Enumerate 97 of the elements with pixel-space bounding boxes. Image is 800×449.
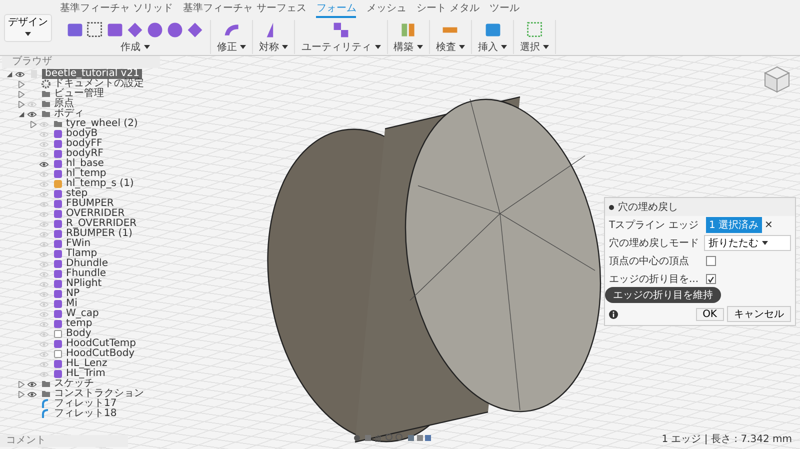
group-menu[interactable]: ユーティリティ <box>301 40 381 54</box>
eye-icon[interactable] <box>15 70 25 78</box>
tree-item[interactable]: FBUMPER <box>2 199 160 209</box>
tree-item[interactable]: HoodCutTemp <box>2 339 160 349</box>
component-icon <box>53 179 63 189</box>
eye-icon[interactable] <box>27 110 37 118</box>
browser-title: ブラウザ <box>12 56 52 67</box>
tree-item[interactable]: HL_Trim <box>2 369 160 379</box>
selection-icon[interactable] <box>526 21 544 39</box>
tree-item[interactable]: bodyRF <box>2 149 160 159</box>
group-menu[interactable]: 修正 <box>217 40 246 54</box>
group-menu[interactable]: 挿入 <box>478 40 508 54</box>
dialog-button[interactable]: キャンセル <box>727 306 791 322</box>
group-menu[interactable]: 構築 <box>394 40 423 54</box>
eye-icon[interactable] <box>27 380 37 388</box>
tree-item[interactable]: R_OVERRIDER <box>2 219 160 229</box>
toolbar-tab[interactable]: 基準フィーチャ サーフェス <box>183 1 306 18</box>
dialog-title: 穴の埋め戻し <box>618 200 678 214</box>
caret-icon <box>240 45 246 50</box>
caret-icon <box>501 45 508 50</box>
group-menu[interactable]: 作成 <box>120 40 150 54</box>
group-menu[interactable]: 検査 <box>436 40 465 54</box>
expander-icon[interactable] <box>18 380 25 388</box>
eye-icon[interactable] <box>39 160 49 168</box>
checkbox[interactable] <box>706 256 716 266</box>
mode-dropdown[interactable]: 折りたたむ <box>704 235 791 251</box>
field-label: Tスプライン エッジ <box>609 218 700 232</box>
expander-icon[interactable] <box>6 70 13 78</box>
group-menu[interactable]: 選択 <box>520 40 550 54</box>
navigation-icons-drawing[interactable] <box>352 433 432 443</box>
group-menu[interactable]: 対称 <box>259 40 288 54</box>
gear-icon <box>41 79 51 89</box>
expander-icon[interactable] <box>18 110 25 118</box>
status-text: 1 エッジ | 長さ : 7.342 mm <box>662 433 792 446</box>
tree-item[interactable]: W_cap <box>2 309 160 319</box>
expander-icon[interactable] <box>30 120 37 128</box>
tree-item[interactable]: コンストラクション <box>2 389 160 399</box>
tree-item[interactable]: hl_temp_s (1) <box>2 179 160 189</box>
expander-icon[interactable] <box>18 80 25 88</box>
toolbar-tab[interactable]: シート メタル <box>416 1 480 18</box>
tooltip: エッジの折り目を維持 <box>605 287 721 303</box>
tree-item[interactable]: OVERRIDER <box>2 209 160 219</box>
caret-icon <box>25 32 31 36</box>
caret-icon <box>416 45 423 50</box>
diamond-icon[interactable] <box>126 21 144 39</box>
tree-item[interactable]: ビュー管理 <box>2 89 160 99</box>
tree-item[interactable]: フィレット17 <box>2 399 160 409</box>
toolbar-tab[interactable]: ツール <box>490 1 520 18</box>
tree-item[interactable]: bodyB <box>2 129 160 139</box>
field-label: エッジの折り目を... <box>609 273 700 286</box>
cubes-icon[interactable] <box>332 21 350 39</box>
caret-icon <box>458 45 465 50</box>
comments-title: コメント <box>6 435 46 446</box>
caret-icon <box>543 45 550 50</box>
tree-item[interactable]: 原点 <box>2 99 160 109</box>
tree-item[interactable]: HL_Lenz <box>2 359 160 369</box>
expander-icon[interactable] <box>18 390 25 398</box>
caret-icon <box>374 45 381 50</box>
field-label: 穴の埋め戻しモード <box>609 236 700 250</box>
view-cube[interactable] <box>762 64 792 94</box>
clear-button[interactable]: ✕ <box>764 220 773 230</box>
tree-item[interactable]: Fhundle <box>2 269 160 279</box>
tree-item[interactable]: HoodCutBody <box>2 349 160 359</box>
tree-item[interactable]: temp <box>2 319 160 329</box>
tree-item[interactable]: ボディ <box>2 109 160 119</box>
caret-icon <box>282 45 288 50</box>
tree-item[interactable]: スケッチ <box>2 379 160 389</box>
sketch-plus-icon[interactable] <box>86 21 104 39</box>
caret-icon <box>762 241 768 246</box>
tree-item[interactable]: フィレット18 <box>2 409 160 419</box>
dialog-button[interactable]: OK <box>696 308 724 320</box>
info-icon[interactable] <box>609 310 618 318</box>
toolbar-tab[interactable]: 基準フィーチャ ソリッド <box>60 1 174 18</box>
expander-icon[interactable] <box>18 100 25 108</box>
tree-item[interactable]: hl_temp <box>2 169 160 179</box>
tree-item[interactable]: hl_base <box>2 159 160 169</box>
tree-item[interactable]: bodyFF <box>2 139 160 149</box>
tree-item[interactable]: NP <box>2 289 160 299</box>
toolbar-tab[interactable]: メッシュ <box>366 1 406 18</box>
sphere-icon[interactable] <box>166 21 184 39</box>
tree-item[interactable]: NPlight <box>2 279 160 289</box>
tree-item[interactable]: ドキュメントの設定 <box>2 79 160 89</box>
tree-item[interactable]: Mi <box>2 299 160 309</box>
tree-item[interactable]: RBUMPER (1) <box>2 229 160 239</box>
tree-item[interactable]: tyre_wheel (2) <box>2 119 160 129</box>
selection-button[interactable]: 1 選択済み <box>706 217 762 233</box>
workspace-button[interactable]: デザイン <box>4 14 52 42</box>
field-label: 頂点の中心の頂点 <box>609 254 690 268</box>
eye-icon[interactable] <box>27 390 37 398</box>
tree-item[interactable]: Body <box>2 329 160 339</box>
expander-icon[interactable] <box>18 90 25 98</box>
tree-item[interactable]: step <box>2 189 160 199</box>
tree-item[interactable]: Dhundle <box>2 259 160 269</box>
caret-icon <box>144 45 150 50</box>
tree-item[interactable]: FWin <box>2 239 160 249</box>
checkbox[interactable] <box>706 274 716 284</box>
tree-item[interactable]: Tlamp <box>2 249 160 259</box>
